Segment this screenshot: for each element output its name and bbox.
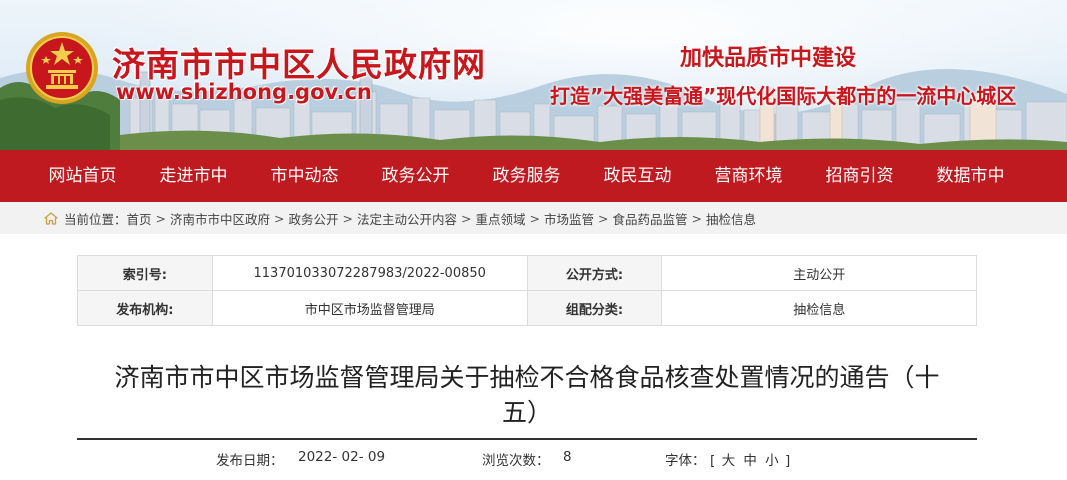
main-nav: 网站首页 走进市中 市中动态 政务公开 政务服务 政民互动 营商环境 招商引资 … — [0, 150, 1067, 202]
font-size-small-button[interactable]: 小 — [765, 453, 779, 469]
breadcrumb: 当前位置： 首页 > 济南市市中区政府 > 政务公开 > 法定主动公开内容 > … — [0, 202, 1067, 234]
breadcrumb-separator: > — [461, 210, 472, 226]
nav-item-investment[interactable]: 招商引资 — [804, 150, 915, 202]
national-emblem-icon — [26, 32, 98, 104]
site-banner: 济南市市中区人民政府网 www.shizhong.gov.cn 加快品质市中建设… — [0, 0, 1067, 150]
slogan-secondary: 打造”大强美富通”现代化国际大都市的一流中心城区 — [550, 84, 1017, 108]
breadcrumb-prefix: 当前位置： — [64, 211, 127, 227]
nav-item-gov-disclosure[interactable]: 政务公开 — [360, 150, 471, 202]
site-title: 济南市市中区人民政府网 — [112, 45, 486, 84]
nav-item-interaction[interactable]: 政民互动 — [582, 150, 693, 202]
breadcrumb-item-home[interactable]: 首页 — [127, 209, 152, 228]
title-divider — [77, 438, 977, 440]
breadcrumb-separator: > — [155, 210, 167, 226]
publisher-label: 发布机构: — [77, 290, 213, 326]
article-title: 济南市市中区市场监督管理局关于抽检不合格食品核查处置情况的通告（十五） — [114, 363, 940, 427]
breadcrumb-item-key-areas[interactable]: 重点领域 — [476, 209, 526, 228]
meta-row: 发布机构: 市中区市场监督管理局 组配分类: 抽检信息 — [77, 290, 977, 326]
nav-item-home[interactable]: 网站首页 — [27, 150, 138, 202]
breadcrumb-item-gov-disclosure[interactable]: 政务公开 — [289, 209, 339, 228]
article-info-bar: 发布日期： 2022- 02- 09 浏览次数： 8 字体： [ 大 中 小 ] — [0, 446, 1067, 470]
category-label: 组配分类: — [526, 290, 663, 326]
breadcrumb-separator: > — [529, 210, 541, 226]
site-url: www.shizhong.gov.cn — [116, 80, 372, 104]
disclosure-method-value: 主动公开 — [661, 255, 977, 291]
breadcrumb-item-market-supervision[interactable]: 市场监管 — [544, 209, 594, 228]
breadcrumb-separator: > — [274, 210, 285, 226]
font-size-switcher: [ 大 中 小 ] — [710, 449, 790, 469]
publisher-value: 市中区市场监督管理局 — [211, 290, 528, 326]
font-bracket-close: ] — [784, 453, 791, 469]
document-meta-table: 索引号: 113701033072287983/2022-00850 公开方式:… — [77, 255, 977, 326]
nav-item-business-env[interactable]: 营商环境 — [693, 150, 804, 202]
publish-date-value: 2022- 02- 09 — [298, 449, 386, 465]
font-size-label: 字体： — [665, 453, 706, 469]
home-icon — [44, 211, 60, 225]
nav-item-gov-services[interactable]: 政务服务 — [471, 150, 582, 202]
nav-item-data[interactable]: 数据市中 — [915, 150, 1026, 202]
breadcrumb-item-district-gov[interactable]: 济南市市中区政府 — [170, 209, 270, 228]
category-value: 抽检信息 — [661, 290, 977, 326]
publish-date-label: 发布日期： — [216, 453, 284, 469]
view-count-value: 8 — [563, 449, 572, 465]
breadcrumb-item-food-drug[interactable]: 食品药品监管 — [613, 209, 688, 228]
view-count-label: 浏览次数： — [482, 453, 550, 469]
index-number-label: 索引号: — [77, 255, 213, 291]
slogan-primary: 加快品质市中建设 — [680, 46, 857, 71]
meta-row: 索引号: 113701033072287983/2022-00850 公开方式:… — [77, 255, 977, 291]
nav-item-news[interactable]: 市中动态 — [249, 150, 360, 202]
disclosure-method-label: 公开方式: — [526, 255, 663, 291]
index-number-value: 113701033072287983/2022-00850 — [211, 255, 528, 291]
nav-item-about[interactable]: 走进市中 — [138, 150, 249, 202]
breadcrumb-item-inspection-info[interactable]: 抽检信息 — [706, 209, 756, 228]
breadcrumb-separator: > — [691, 210, 703, 226]
breadcrumb-separator: > — [598, 210, 609, 226]
breadcrumb-item-statutory-content[interactable]: 法定主动公开内容 — [357, 209, 457, 228]
font-size-large-button[interactable]: 大 — [722, 453, 736, 469]
breadcrumb-separator: > — [342, 210, 354, 226]
font-bracket-open: [ — [710, 453, 716, 469]
font-size-medium-button[interactable]: 中 — [743, 453, 757, 469]
